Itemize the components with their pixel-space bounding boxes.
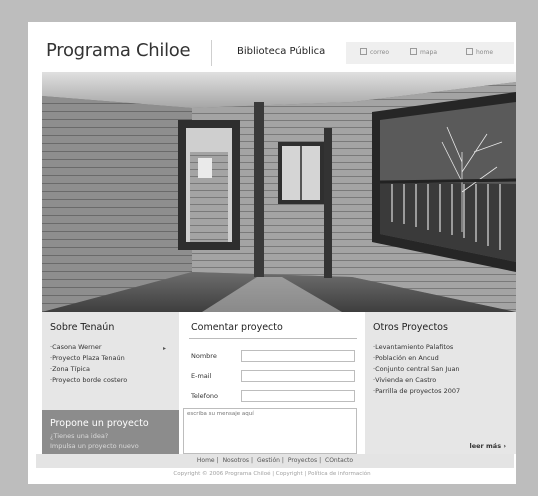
footer-link-contacto[interactable]: COntacto: [325, 457, 353, 464]
correo-link[interactable]: correo: [360, 48, 389, 56]
footer-link-proyectos[interactable]: Proyectos: [288, 457, 317, 464]
footer-link-gestion[interactable]: Gestión: [257, 457, 280, 464]
heading-divider: [189, 338, 357, 339]
comentar-heading: Comentar proyecto: [191, 322, 283, 333]
list-item[interactable]: ·Proyecto Plaza Tenaún: [50, 353, 127, 364]
leer-mas-link[interactable]: leer más ›: [470, 442, 506, 450]
sobre-tenaun-panel: Sobre Tenaún ▸ ·Casona Werner ·Proyecto …: [42, 312, 179, 454]
comentar-panel: Comentar proyecto Nombre E-mail Telefono: [183, 312, 361, 454]
header: Programa Chiloe Biblioteca Pública corre…: [28, 22, 516, 72]
nombre-row: Nombre: [191, 350, 361, 364]
site-title[interactable]: Programa Chiloe: [46, 40, 191, 61]
list-item[interactable]: ·Población en Ancud: [373, 353, 460, 364]
telefono-row: Telefono: [191, 390, 361, 404]
hero-interior-render: [42, 72, 516, 312]
content-area: Sobre Tenaún ▸ ·Casona Werner ·Proyecto …: [42, 312, 516, 454]
list-item[interactable]: ·Vivienda en Castro: [373, 375, 460, 386]
list-item[interactable]: ·Proyecto borde costero: [50, 375, 127, 386]
mapa-link[interactable]: mapa: [410, 48, 437, 56]
home-icon: [466, 48, 473, 55]
telefono-field[interactable]: [241, 390, 355, 402]
mapa-label: mapa: [420, 49, 438, 56]
footer-link-home[interactable]: Home: [197, 457, 215, 464]
email-field[interactable]: [241, 370, 355, 382]
nombre-label: Nombre: [191, 352, 217, 360]
footer-link-nosotros[interactable]: Nosotros: [223, 457, 249, 464]
hero-image: [42, 72, 516, 312]
sobre-tenaun-heading: Sobre Tenaún: [50, 322, 115, 333]
list-item[interactable]: ·Parrilla de proyectos 2007: [373, 386, 460, 397]
map-icon: [410, 48, 417, 55]
otros-proyectos-list: ·Levantamiento Palafitos ·Población en A…: [373, 342, 460, 397]
arrow-right-icon[interactable]: ▸: [163, 345, 166, 352]
email-row: E-mail: [191, 370, 361, 384]
header-divider: [211, 40, 212, 66]
list-item[interactable]: ·Casona Werner: [50, 342, 127, 353]
list-item[interactable]: ·Zona Típica: [50, 364, 127, 375]
propone-line-1: ¿Tienes una idea?: [50, 432, 109, 440]
message-textarea[interactable]: [183, 408, 357, 454]
top-links-bar: correo mapa home: [346, 42, 514, 64]
propone-line-2[interactable]: Impulsa un proyecto nuevo: [50, 442, 139, 450]
list-item[interactable]: ·Levantamiento Palafitos: [373, 342, 460, 353]
page: Programa Chiloe Biblioteca Pública corre…: [28, 22, 516, 484]
correo-label: correo: [370, 49, 390, 56]
home-label: home: [476, 49, 494, 56]
list-item[interactable]: ·Conjunto central San Juan: [373, 364, 460, 375]
copyright-text: Copyright © 2006 Programa Chiloé | Copyr…: [173, 471, 371, 477]
site-subtitle: Biblioteca Pública: [237, 46, 326, 57]
otros-proyectos-heading: Otros Proyectos: [373, 322, 448, 333]
sobre-tenaun-list: ·Casona Werner ·Proyecto Plaza Tenaún ·Z…: [50, 342, 127, 386]
otros-proyectos-panel: Otros Proyectos ·Levantamiento Palafitos…: [365, 312, 516, 454]
mail-icon: [360, 48, 367, 55]
email-label: E-mail: [191, 372, 212, 380]
nombre-field[interactable]: [241, 350, 355, 362]
home-link[interactable]: home: [466, 48, 493, 56]
footer-nav: Home | Nosotros | Gestión | Proyectos | COnt…: [36, 454, 514, 468]
propone-proyecto-box[interactable]: Propone un proyecto ¿Tienes una idea? Im…: [42, 410, 179, 454]
telefono-label: Telefono: [191, 392, 219, 400]
propone-title[interactable]: Propone un proyecto: [50, 418, 149, 429]
